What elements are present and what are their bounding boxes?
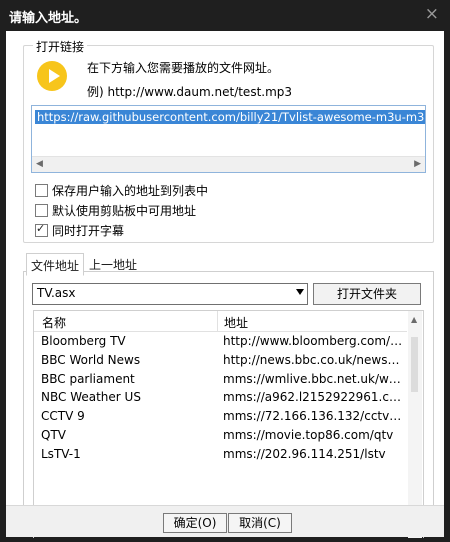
ok-button[interactable]: 确定(O) <box>163 513 227 533</box>
cancel-button[interactable]: 取消(C) <box>228 513 292 533</box>
url-input-value: https://raw.githubusercontent.com/billy2… <box>35 110 425 124</box>
url-input[interactable]: https://raw.githubusercontent.com/billy2… <box>31 105 426 173</box>
dialog-footer: 确定(O) 取消(C) <box>6 505 444 537</box>
open-subtitles-checkbox[interactable] <box>35 222 48 237</box>
play-icon <box>37 61 67 91</box>
file-address-panel: TV.asx 打开文件夹 名称 地址 Bloomberg TV http://w… <box>23 271 434 538</box>
item-name: LsTV-1 <box>41 446 81 461</box>
item-address: mms://202.96.114.251/lstv <box>223 446 386 461</box>
list-vertical-scrollbar[interactable]: ▲ <box>408 311 422 538</box>
item-address: http://www.bloomberg.com/streams/... <box>223 334 405 348</box>
item-address: mms://72.166.136.132/cctv9-300 <box>223 409 405 424</box>
example-text: 例) http://www.daum.net/test.mp3 <box>87 85 293 99</box>
window-title: 请输入地址。 <box>9 11 88 26</box>
item-name: QTV <box>41 427 66 442</box>
list-item[interactable]: LsTV-1 mms://202.96.114.251/lstv <box>34 445 407 464</box>
title-bar: 请输入地址。 × <box>0 0 450 30</box>
column-header-name[interactable]: 名称 <box>42 314 66 331</box>
column-header-address[interactable]: 地址 <box>224 314 248 331</box>
scroll-up-icon[interactable]: ▲ <box>411 315 417 324</box>
list-rows: Bloomberg TV http://www.bloomberg.com/st… <box>34 332 407 464</box>
item-address: mms://a962.l2152922961.c21529... <box>223 390 405 405</box>
tab-file-address[interactable]: 文件地址 <box>26 253 85 276</box>
list-item[interactable]: BBC World News http://news.bbc.co.uk/new… <box>34 351 407 370</box>
save-to-list-checkbox[interactable] <box>35 184 48 197</box>
close-icon[interactable]: × <box>425 4 439 24</box>
item-name: BBC parliament <box>41 371 135 386</box>
use-clipboard-label[interactable]: 默认使用剪贴板中可用地址 <box>52 202 196 219</box>
info-text: 在下方输入您需要播放的文件网址。 <box>87 61 280 75</box>
chevron-down-icon[interactable] <box>296 289 304 295</box>
open-link-group: 打开链接 在下方输入您需要播放的文件网址。 例) http://www.daum… <box>23 38 434 243</box>
item-name: CCTV 9 <box>41 409 85 424</box>
open-subtitles-label[interactable]: 同时打开字幕 <box>52 222 124 239</box>
dialog-body: 打开链接 在下方输入您需要播放的文件网址。 例) http://www.daum… <box>6 31 444 538</box>
item-name: Bloomberg TV <box>41 334 126 348</box>
column-divider[interactable] <box>217 311 218 331</box>
scroll-left-icon[interactable]: ◀ <box>36 159 43 169</box>
file-select-value: TV.asx <box>37 286 76 300</box>
list-header: 名称 地址 <box>34 311 407 332</box>
item-name: NBC Weather US <box>41 390 141 405</box>
file-select[interactable]: TV.asx <box>32 283 308 305</box>
scroll-thumb[interactable] <box>411 337 418 392</box>
list-item[interactable]: NBC Weather US mms://a962.l2152922961.c2… <box>34 388 407 407</box>
channel-list: 名称 地址 Bloomberg TV http://www.bloomberg.… <box>33 310 424 538</box>
url-horizontal-scrollbar[interactable]: ◀ ▶ <box>32 156 425 172</box>
item-address: mms://movie.top86.com/qtv <box>223 427 394 442</box>
list-item[interactable]: Bloomberg TV http://www.bloomberg.com/st… <box>34 332 407 351</box>
item-name: BBC World News <box>41 352 141 367</box>
open-link-legend: 打开链接 <box>33 38 88 55</box>
save-to-list-label[interactable]: 保存用户输入的地址到列表中 <box>52 182 208 199</box>
open-folder-button[interactable]: 打开文件夹 <box>313 283 421 305</box>
item-address: mms://wmlive.bbc.net.uk/wms/... <box>223 371 405 386</box>
use-clipboard-checkbox[interactable] <box>35 204 48 217</box>
item-address: http://news.bbc.co.uk/newsa/n5ctrl/... <box>223 352 405 367</box>
list-item[interactable]: BBC parliament mms://wmlive.bbc.net.uk/w… <box>34 370 407 389</box>
list-item[interactable]: CCTV 9 mms://72.166.136.132/cctv9-300 <box>34 407 407 426</box>
list-item[interactable]: QTV mms://movie.top86.com/qtv <box>34 426 407 445</box>
scroll-right-icon[interactable]: ▶ <box>414 159 421 169</box>
